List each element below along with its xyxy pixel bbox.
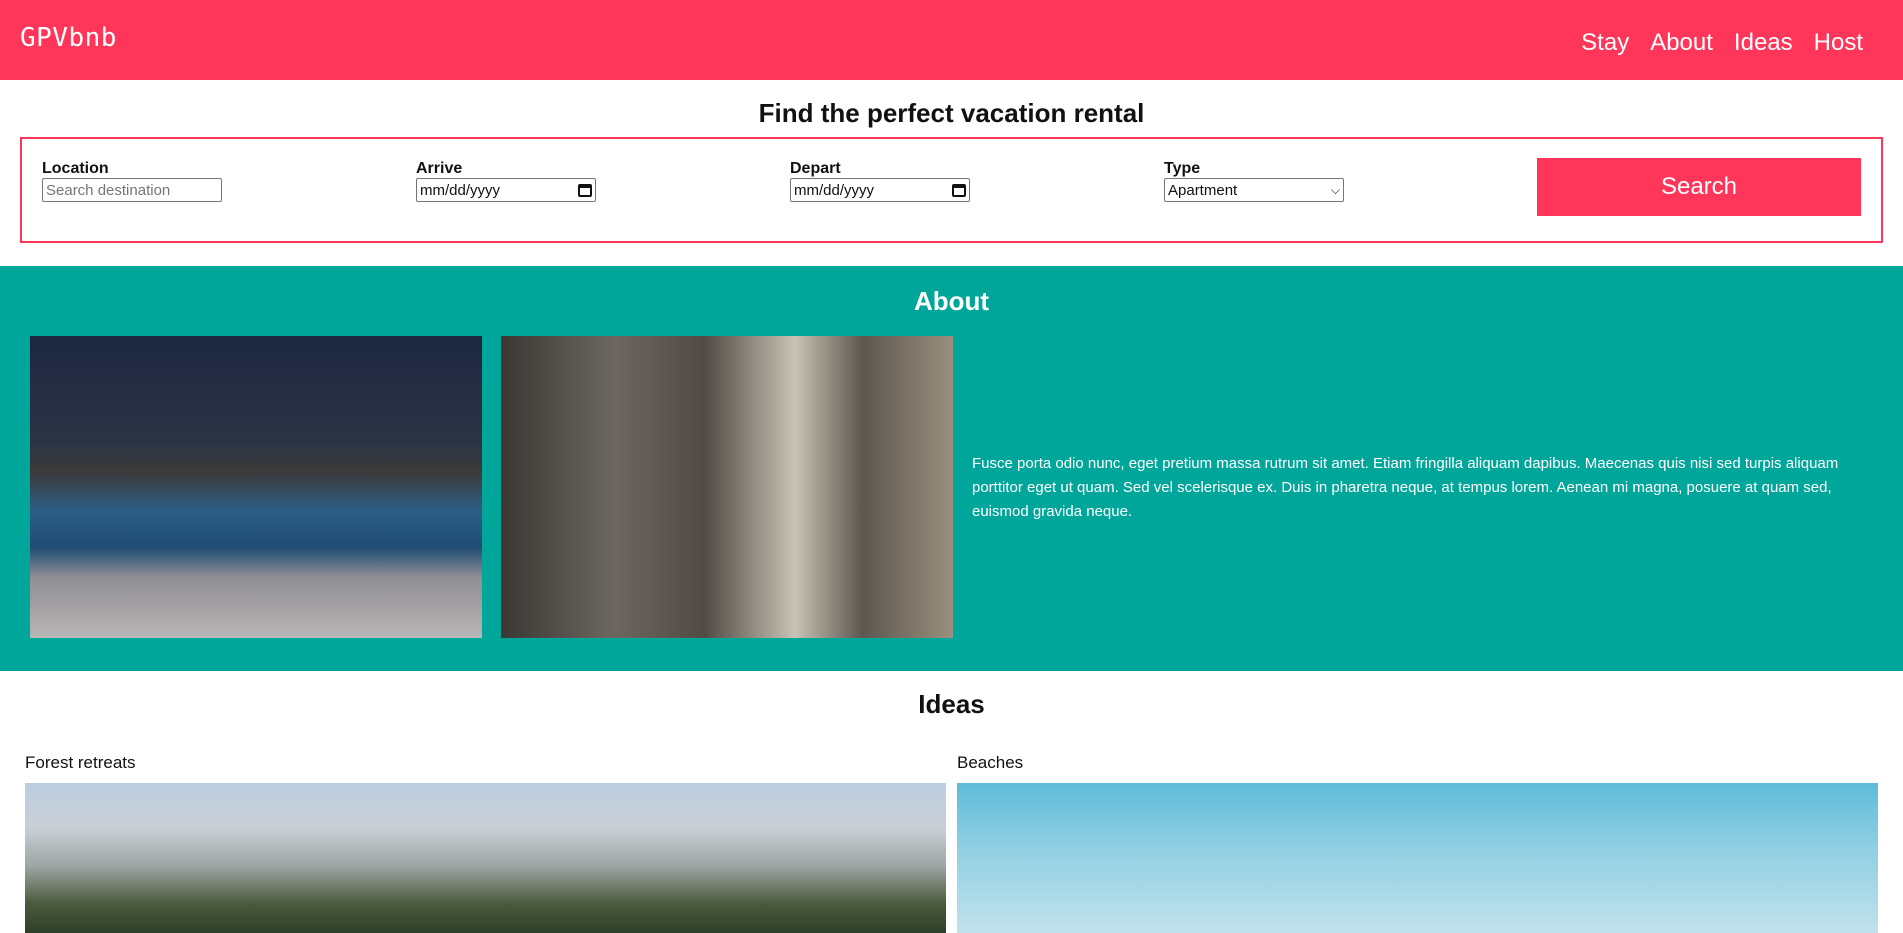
ideas-section: Ideas Forest retreats Beaches — [0, 671, 1903, 933]
site-header: GPVbnb Stay About Ideas Host — [0, 0, 1903, 80]
about-section: About Fusce porta odio nunc, eget pretiu… — [0, 266, 1903, 671]
ideas-title: Ideas — [918, 689, 985, 719]
idea-label: Forest retreats — [25, 753, 136, 772]
arrive-field: Arrive mm/dd/yyyy — [416, 159, 790, 202]
depart-field: Depart mm/dd/yyyy — [790, 159, 1164, 202]
site-logo[interactable]: GPVbnb — [20, 23, 117, 53]
search-form: Location Search destination Arrive mm/dd… — [20, 137, 1883, 243]
type-select[interactable]: Apartment ⌵ — [1164, 178, 1344, 202]
search-title: Find the perfect vacation rental — [758, 98, 1145, 128]
type-field: Type Apartment ⌵ — [1164, 159, 1538, 202]
search-button[interactable]: Search — [1537, 158, 1861, 216]
arrive-date-value: mm/dd/yyyy — [420, 181, 501, 199]
depart-date-value: mm/dd/yyyy — [794, 181, 875, 199]
calendar-icon[interactable] — [952, 183, 966, 197]
villa-pool-photo — [30, 336, 482, 638]
location-label: Location — [42, 160, 109, 177]
idea-card-beaches[interactable]: Beaches — [957, 753, 1878, 933]
forest-photo — [25, 783, 946, 933]
search-section: Find the perfect vacation rental Locatio… — [0, 80, 1903, 243]
location-input[interactable]: Search destination — [42, 178, 222, 202]
arrive-label: Arrive — [416, 160, 463, 177]
nav-link-stay[interactable]: Stay — [1581, 29, 1629, 57]
beach-photo — [957, 783, 1878, 933]
nav-link-host[interactable]: Host — [1814, 29, 1863, 57]
depart-date-input[interactable]: mm/dd/yyyy — [790, 178, 970, 202]
about-text: Fusce porta odio nunc, eget pretium mass… — [972, 455, 1839, 520]
loft-bedroom-photo — [501, 336, 953, 638]
idea-card-forest[interactable]: Forest retreats — [25, 753, 946, 933]
main-nav: Stay About Ideas Host — [1560, 29, 1863, 57]
nav-link-about[interactable]: About — [1650, 29, 1713, 57]
location-field: Location Search destination — [42, 159, 416, 202]
arrive-date-input[interactable]: mm/dd/yyyy — [416, 178, 596, 202]
about-title: About — [913, 286, 990, 316]
idea-label: Beaches — [957, 753, 1024, 772]
chevron-down-icon: ⌵ — [1330, 182, 1340, 197]
depart-label: Depart — [790, 160, 841, 177]
type-label: Type — [1164, 160, 1201, 177]
type-select-value: Apartment — [1168, 181, 1238, 199]
calendar-icon[interactable] — [578, 183, 592, 197]
nav-link-ideas[interactable]: Ideas — [1734, 29, 1793, 57]
